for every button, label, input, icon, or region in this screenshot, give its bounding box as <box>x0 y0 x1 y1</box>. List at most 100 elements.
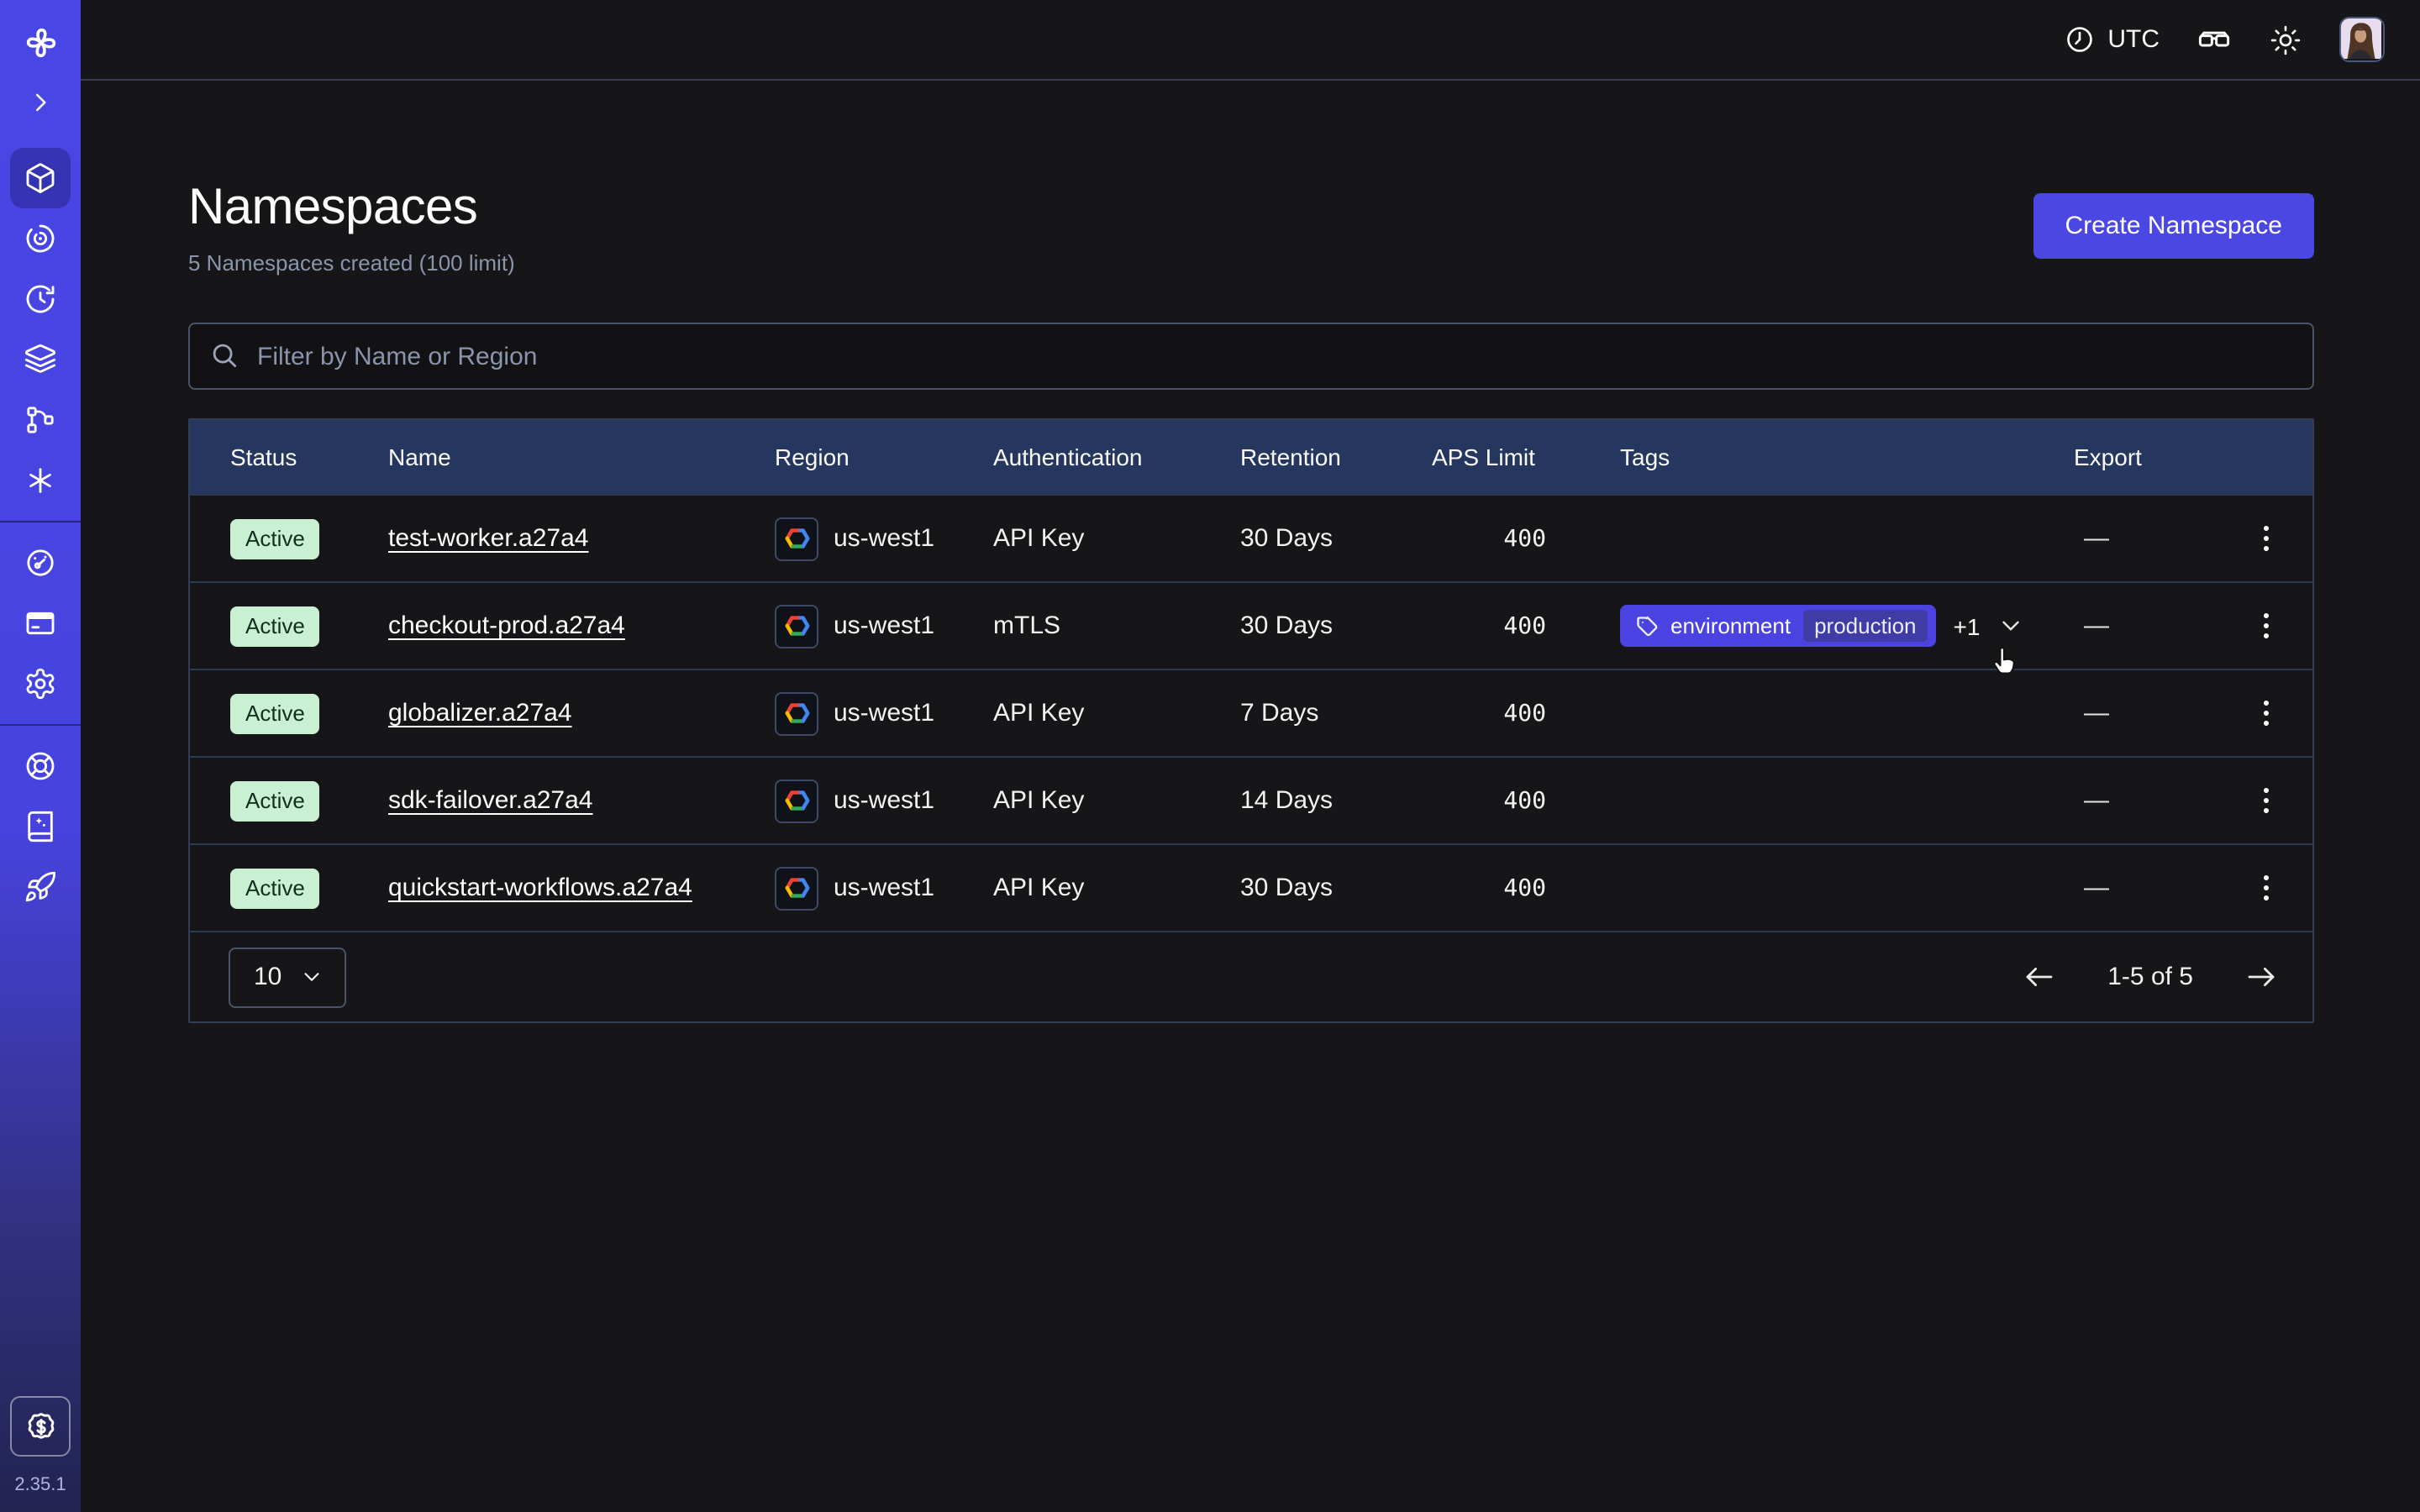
sidebar-divider <box>0 521 81 522</box>
main-content: Namespaces 5 Namespaces created (100 lim… <box>81 81 2420 1512</box>
prev-page-button[interactable] <box>2015 953 2064 1001</box>
aps-value: 400 <box>1432 874 1620 901</box>
namespace-link[interactable]: quickstart-workflows.a27a4 <box>388 874 692 902</box>
create-namespace-button[interactable]: Create Namespace <box>2033 193 2314 259</box>
namespaces-table: Status Name Region Authentication Retent… <box>188 418 2314 1023</box>
region-label: us-west1 <box>834 699 934 727</box>
status-badge: Active <box>230 868 320 908</box>
row-actions-button[interactable] <box>2246 603 2286 649</box>
tags-expand-chevron[interactable] <box>1996 612 2025 640</box>
namespace-link[interactable]: checkout-prod.a27a4 <box>388 612 625 640</box>
tag-value: production <box>1802 610 1928 642</box>
namespace-count: 5 Namespaces created (100 limit) <box>188 250 515 276</box>
row-actions-button[interactable] <box>2246 516 2286 562</box>
auth-value: mTLS <box>993 612 1240 640</box>
sidebar-item-schedules[interactable] <box>10 269 71 329</box>
support-lifebuoy-icon <box>24 749 57 783</box>
col-export: Export <box>2074 444 2225 470</box>
filter-input[interactable] <box>188 323 2314 390</box>
pagination-range: 1-5 of 5 <box>2107 963 2193 991</box>
sidebar-item-usage[interactable] <box>10 533 71 593</box>
chevron-down-icon <box>298 964 324 990</box>
tag-icon <box>1635 614 1659 638</box>
col-aps-limit: APS Limit <box>1432 444 1620 470</box>
theme-toggle-sun-button[interactable] <box>2269 23 2302 56</box>
page-size-select[interactable]: 10 <box>229 947 345 1007</box>
aps-value: 400 <box>1432 525 1620 552</box>
row-actions-button[interactable] <box>2246 690 2286 737</box>
row-actions-button[interactable] <box>2246 778 2286 824</box>
sidebar-item-batch-operations[interactable] <box>10 390 71 450</box>
auth-value: API Key <box>993 699 1240 727</box>
region-label: us-west1 <box>834 524 934 553</box>
table-row: Active checkout-prod.a27a4 us-west1 mTLS <box>190 581 2312 669</box>
retention-value: 30 Days <box>1240 524 1432 553</box>
usage-gauge-icon <box>24 546 57 580</box>
tag-key: environment <box>1670 613 1791 638</box>
batch-branch-icon <box>24 403 57 437</box>
sidebar-item-support[interactable] <box>10 736 71 796</box>
accessibility-glasses-button[interactable] <box>2196 22 2232 57</box>
col-region: Region <box>775 444 993 470</box>
schedules-timer-icon <box>24 282 57 316</box>
namespace-link[interactable]: test-worker.a27a4 <box>388 524 588 553</box>
sidebar-item-namespaces[interactable] <box>10 148 71 208</box>
pricing-dollar-badge-icon <box>23 1409 58 1444</box>
next-page-button[interactable] <box>2237 953 2286 1001</box>
sidebar-item-getting-started[interactable] <box>10 857 71 917</box>
namespace-link[interactable]: globalizer.a27a4 <box>388 699 572 727</box>
table-row: Active sdk-failover.a27a4 us-west1 API K… <box>190 756 2312 843</box>
docs-book-icon <box>24 810 57 843</box>
region-label: us-west1 <box>834 612 934 640</box>
nexus-asterisk-icon <box>24 464 57 497</box>
tags-more-count: +1 <box>1954 612 1981 639</box>
export-value: — <box>2074 786 2225 815</box>
page-title: Namespaces <box>188 178 515 239</box>
pricing-button[interactable] <box>10 1396 71 1457</box>
col-name: Name <box>388 444 775 470</box>
topbar: UTC <box>81 0 2420 81</box>
sidebar-item-docs[interactable] <box>10 796 71 857</box>
gcp-cloud-icon <box>775 517 818 560</box>
sidebar-item-settings[interactable] <box>10 654 71 714</box>
col-tags: Tags <box>1620 444 2074 470</box>
table-row: Active test-worker.a27a4 us-west1 API Ke… <box>190 494 2312 581</box>
user-avatar[interactable] <box>2339 17 2385 62</box>
namespace-link[interactable]: sdk-failover.a27a4 <box>388 786 593 815</box>
workflows-spiral-icon <box>24 222 57 255</box>
aps-value: 400 <box>1432 787 1620 814</box>
table-row: Active quickstart-workflows.a27a4 us-wes… <box>190 843 2312 931</box>
export-value: — <box>2074 699 2225 727</box>
table-header: Status Name Region Authentication Retent… <box>190 420 2312 494</box>
status-badge: Active <box>230 606 320 646</box>
gcp-cloud-icon <box>775 604 818 648</box>
sidebar-divider <box>0 724 81 726</box>
export-value: — <box>2074 524 2225 553</box>
sidebar: 2.35.1 <box>0 0 81 1512</box>
retention-value: 14 Days <box>1240 786 1432 815</box>
row-actions-button[interactable] <box>2246 865 2286 911</box>
auth-value: API Key <box>993 874 1240 902</box>
sidebar-item-nexus[interactable] <box>10 450 71 511</box>
auth-value: API Key <box>993 524 1240 553</box>
retention-value: 7 Days <box>1240 699 1432 727</box>
retention-value: 30 Days <box>1240 612 1432 640</box>
billing-card-icon <box>24 606 57 640</box>
search-icon <box>208 339 240 371</box>
tag-badge[interactable]: environment production <box>1620 605 1937 647</box>
timezone-selector[interactable]: UTC <box>2064 24 2160 55</box>
sidebar-expand-button[interactable] <box>25 87 55 118</box>
sidebar-item-workflows[interactable] <box>10 208 71 269</box>
page-size-value: 10 <box>254 963 281 991</box>
sidebar-item-billing[interactable] <box>10 593 71 654</box>
gcp-cloud-icon <box>775 779 818 822</box>
sidebar-item-deployments[interactable] <box>10 329 71 390</box>
aps-value: 400 <box>1432 700 1620 727</box>
deployments-layers-icon <box>24 343 57 376</box>
retention-value: 30 Days <box>1240 874 1432 902</box>
aps-value: 400 <box>1432 612 1620 639</box>
export-value: — <box>2074 874 2225 902</box>
region-label: us-west1 <box>834 786 934 815</box>
table-row: Active globalizer.a27a4 us-west1 API Key <box>190 669 2312 756</box>
col-status: Status <box>230 444 388 470</box>
